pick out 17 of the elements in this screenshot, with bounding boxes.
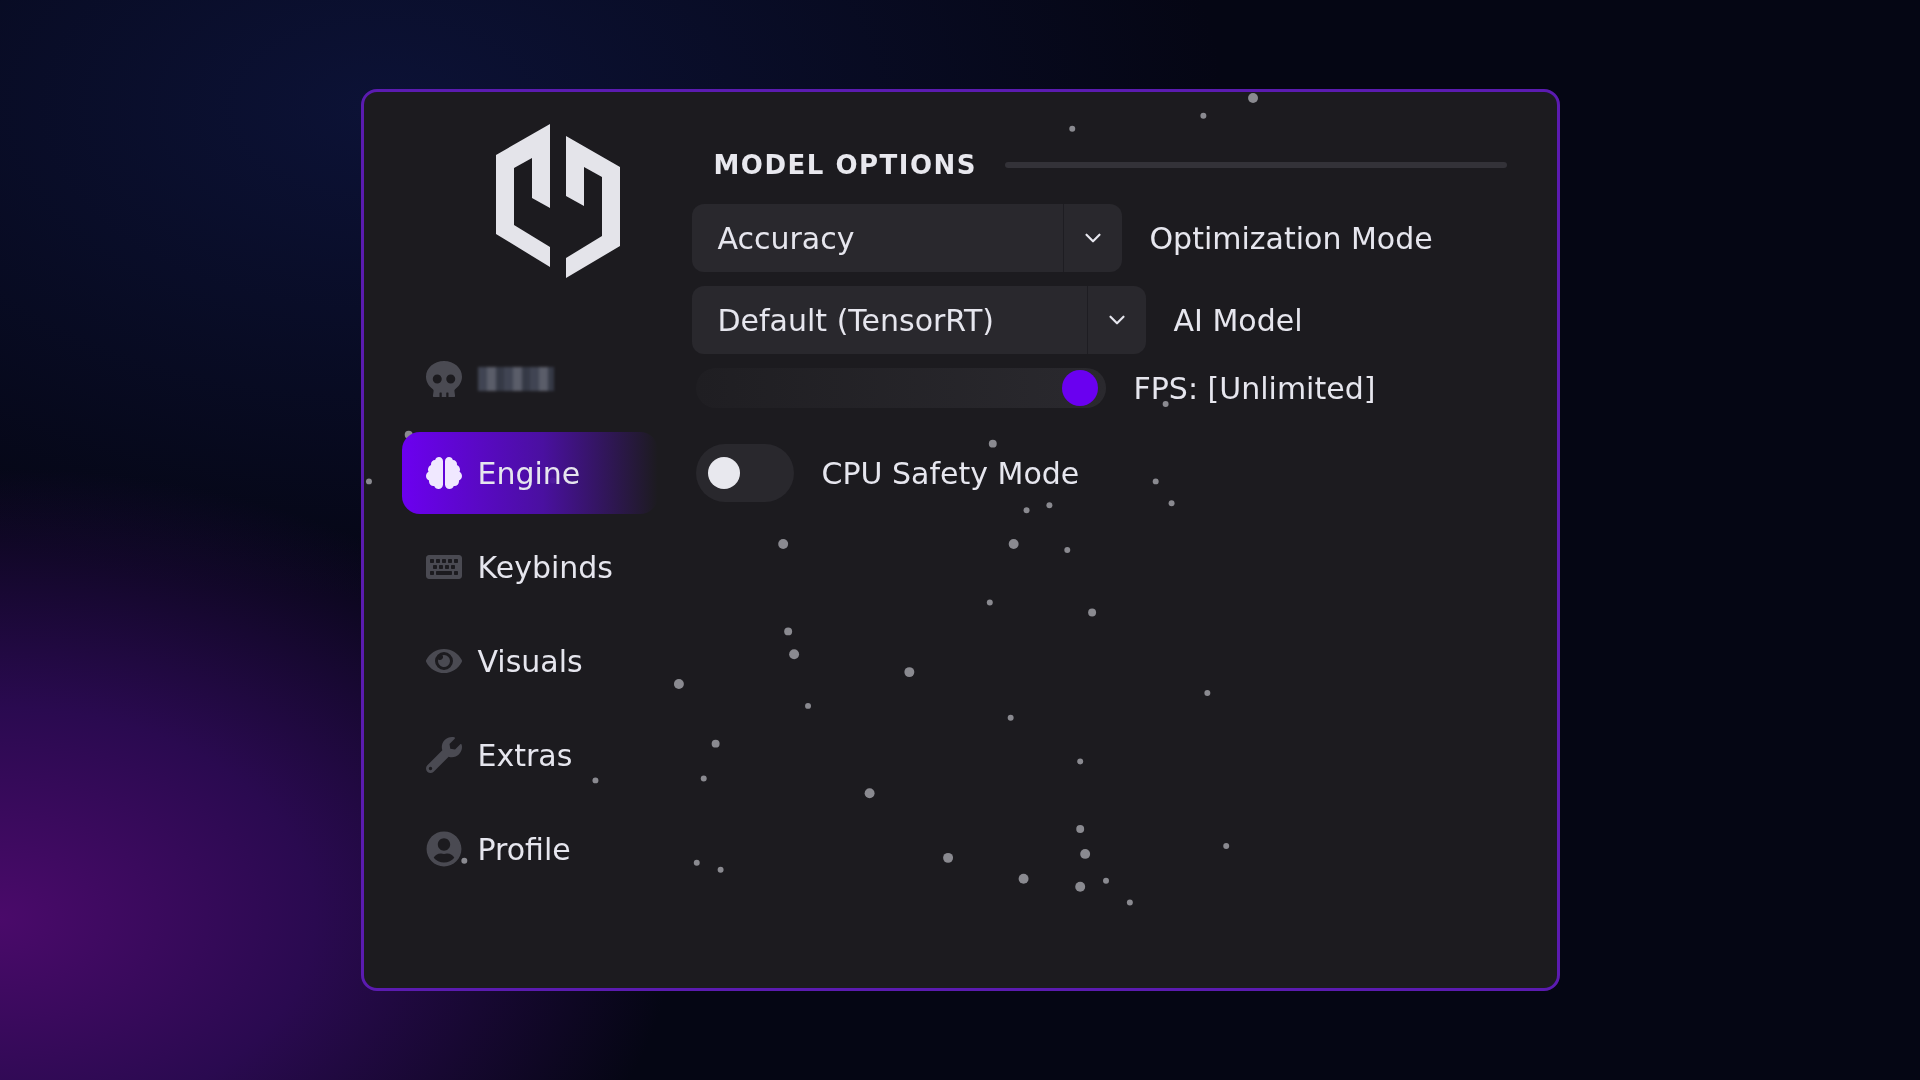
user-icon xyxy=(425,831,462,867)
dropdown[interactable]: Default (TensorRT) xyxy=(691,286,1146,354)
dropdown[interactable]: Accuracy xyxy=(691,204,1122,272)
skull-icon xyxy=(425,361,462,397)
brain-icon xyxy=(425,455,462,491)
sidebar-item[interactable]: Engine xyxy=(401,432,658,514)
toggle-label: CPU Safety Mode xyxy=(821,455,1080,491)
sidebar-item[interactable]: Visuals xyxy=(401,620,658,702)
section-title: MODEL OPTIONS xyxy=(713,150,978,180)
sidebar-item[interactable]: Profile xyxy=(401,808,658,890)
wrench-icon xyxy=(425,737,462,773)
dropdown-label: AI Model xyxy=(1173,302,1303,338)
slider-label: FPS: [Unlimited] xyxy=(1133,370,1376,406)
dropdown-label: Optimization Mode xyxy=(1149,220,1433,256)
sidebar-item[interactable]: Keybinds xyxy=(401,526,658,608)
slider-thumb[interactable] xyxy=(1061,370,1098,406)
sidebar-item[interactable]: Extras xyxy=(401,714,658,796)
